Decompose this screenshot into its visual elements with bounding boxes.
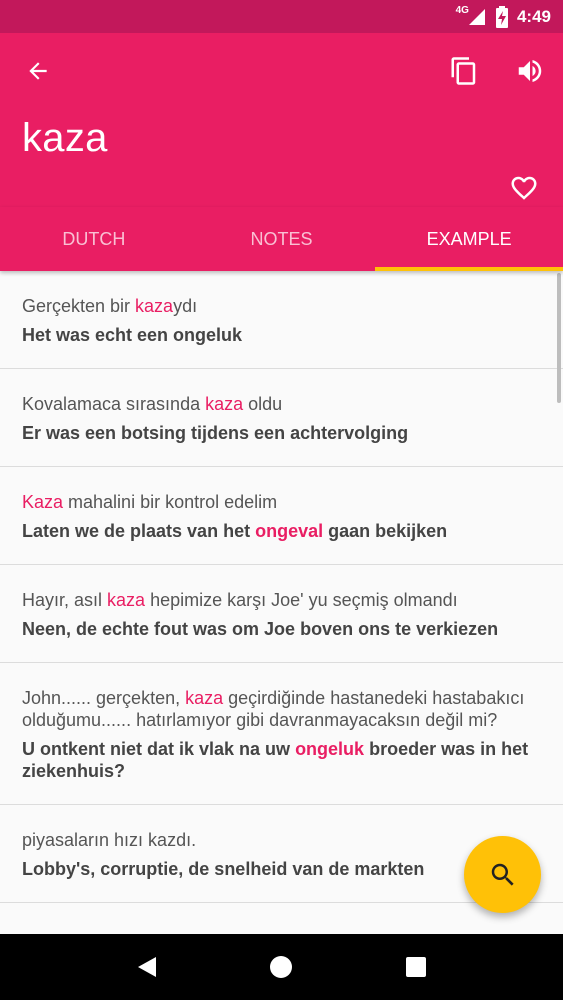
back-arrow-icon [29,62,47,80]
favorite-button[interactable] [500,164,548,212]
battery-charging-icon [495,5,508,28]
speaker-icon [518,60,542,82]
example-list[interactable]: Gerçekten bir kazaydı Het was echt een o… [0,271,563,934]
nav-home-button[interactable] [257,943,305,991]
tab-bar: DUTCH NOTES EXAMPLE [0,207,563,271]
headword: kaza [22,116,108,160]
nav-home-icon [270,956,293,978]
example-source: Gerçekten bir kazaydı [22,296,198,316]
tab-example[interactable]: EXAMPLE [375,207,563,271]
example-source: piyasaların hızı kazdı. [22,830,197,850]
highlight-word: Kaza [22,492,64,512]
example-translation: Neen, de echte fout was om Joe boven ons… [22,619,499,639]
copy-icon [451,57,476,85]
example-source: Kaza mahalini bir kontrol edelim [22,492,278,512]
signal-icon [468,8,485,25]
network-type: 4G [455,5,469,16]
highlight-word: ongeluk [295,739,365,759]
app-bar: kaza [0,33,563,207]
list-item[interactable]: Hayır, asıl kaza hepimize karşı Joe' yu … [0,565,563,663]
example-translation: Laten we de plaats van het ongeval gaan … [22,521,448,541]
highlight-word: kaza [185,688,224,708]
highlight-word: ongeval [255,521,324,541]
nav-back-button[interactable] [123,943,171,991]
status-bar: 4G 4:49 [0,0,563,33]
highlight-word: kaza [135,296,174,316]
nav-recents-button[interactable] [392,943,440,991]
nav-bar [0,934,563,1000]
copy-button[interactable] [440,47,488,95]
list-item[interactable]: John...... gerçekten, kaza geçirdiğinde … [0,663,563,805]
highlight-word: kaza [205,394,244,414]
back-button[interactable] [14,47,62,95]
list-item[interactable]: Gerçekten bir kazaydı Het was echt een o… [0,271,563,369]
example-translation: Het was echt een ongeluk [22,325,243,345]
highlight-word: kaza [107,590,146,610]
list-item[interactable]: Kovalamaca sırasında kaza oldu Er was ee… [0,369,563,467]
example-source: John...... gerçekten, kaza geçirdiğinde … [22,688,525,730]
speak-button[interactable] [506,47,554,95]
tab-notes[interactable]: NOTES [188,207,376,271]
nav-back-icon [138,957,157,977]
scrollbar[interactable] [557,273,561,403]
nav-recents-icon [405,957,426,977]
example-translation: Er was een botsing tijdens een achtervol… [22,423,409,443]
example-translation: U ontkent niet dat ik vlak na uw ongeluk… [22,739,529,781]
status-time: 4:49 [516,6,551,26]
heart-outline-icon [511,176,537,200]
search-icon [491,863,514,886]
tab-dutch[interactable]: DUTCH [0,207,188,271]
list-item[interactable]: Kaza mahalini bir kontrol edelim Laten w… [0,467,563,565]
example-source: Hayır, asıl kaza hepimize karşı Joe' yu … [22,590,458,610]
search-fab[interactable] [464,836,541,913]
example-source: Kovalamaca sırasında kaza oldu [22,394,283,414]
